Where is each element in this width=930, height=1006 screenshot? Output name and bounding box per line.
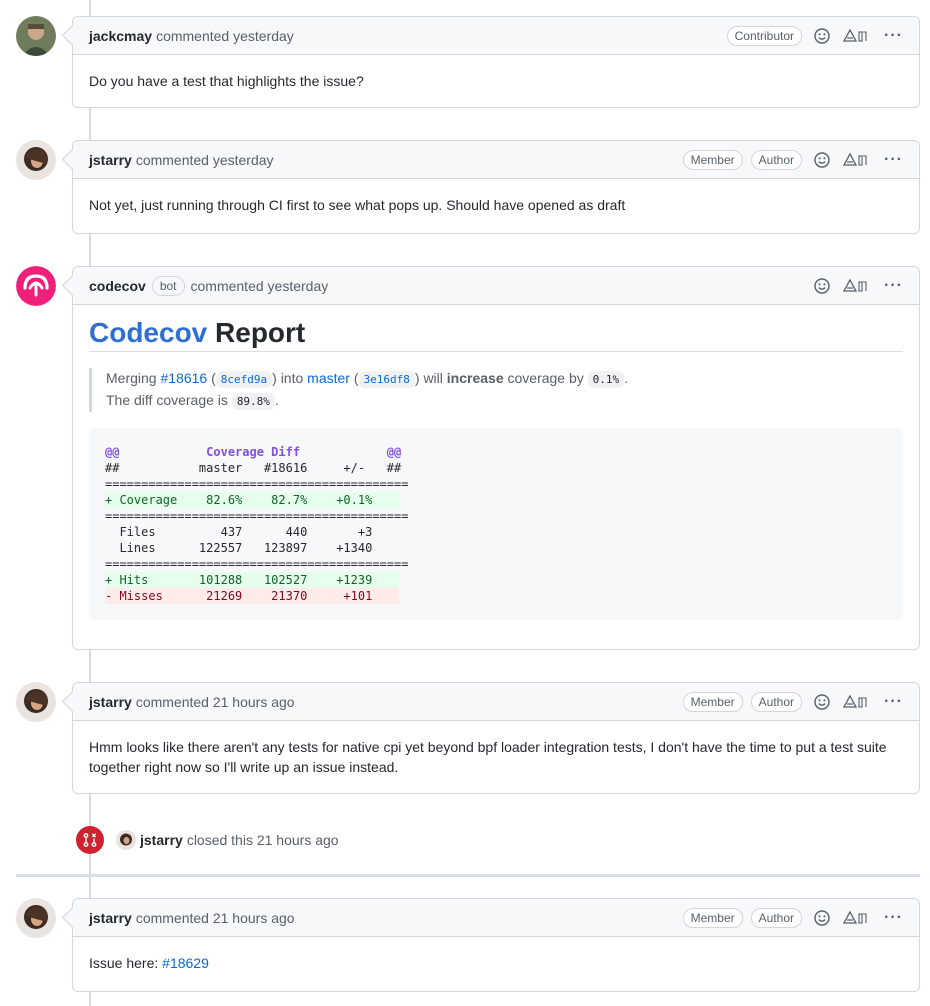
avatar-jstarry[interactable]: [16, 140, 56, 180]
diff-line: + Coverage 82.6% 82.7% +0.1%: [105, 492, 409, 508]
comment-timestamp[interactable]: commented yesterday: [191, 278, 329, 294]
kebab-horizontal-icon[interactable]: ···: [884, 909, 903, 925]
hide-icon[interactable]: [842, 152, 868, 168]
comment-header: jstarry commented yesterday Member Autho…: [73, 141, 919, 179]
comment-header: jstarry commented 21 hours ago Member Au…: [73, 899, 919, 937]
closed-event: jstarry closed this 21 hours ago: [76, 826, 339, 854]
event-actor[interactable]: jstarry: [140, 832, 183, 848]
diff-line: ========================================…: [105, 509, 409, 523]
comment-author[interactable]: jstarry: [89, 910, 132, 926]
comment-card: codecov bot commented yesterday ··· Code…: [72, 266, 920, 650]
comment-author[interactable]: jackcmay: [89, 28, 152, 44]
author-badge: Author: [750, 149, 803, 170]
event-text: closed this 21 hours ago: [186, 832, 339, 848]
coverage-delta: 0.1%: [587, 371, 625, 388]
comment-body: Codecov Report Merging #18616 (8cefd9a) …: [73, 305, 919, 636]
author-badge: Author: [750, 907, 803, 928]
git-pull-request-closed-icon: [76, 826, 104, 854]
hide-icon[interactable]: [842, 694, 868, 710]
comment-author[interactable]: jstarry: [89, 694, 132, 710]
comment-body: Issue here: #18629: [73, 937, 919, 989]
diff-line: ========================================…: [105, 477, 409, 491]
smiley-icon[interactable]: [814, 27, 830, 44]
kebab-horizontal-icon[interactable]: ···: [884, 27, 903, 43]
comment-body: Hmm looks like there aren't any tests fo…: [89, 739, 887, 775]
member-badge: Member: [682, 691, 743, 712]
comment-timestamp[interactable]: commented yesterday: [136, 152, 274, 168]
comment-card: jstarry commented 21 hours ago Member Au…: [72, 898, 920, 992]
timeline-divider: [16, 874, 920, 877]
comment-header: jackcmay commented yesterday Contributor…: [73, 17, 919, 55]
smiley-icon[interactable]: [814, 693, 830, 710]
smiley-icon[interactable]: [814, 909, 830, 926]
diff-line: - Misses 21269 21370 +101: [105, 588, 409, 604]
kebab-horizontal-icon[interactable]: ···: [884, 693, 903, 709]
merge-summary: Merging #18616 (8cefd9a) into master (3e…: [89, 368, 903, 412]
avatar-jstarry[interactable]: [16, 682, 56, 722]
member-badge: Member: [682, 907, 743, 928]
diff-line: Files 437 440 +3: [105, 525, 409, 539]
merge-text: into: [280, 370, 304, 386]
comment-body: Not yet, just running through CI first t…: [89, 197, 626, 213]
merge-text: coverage by: [507, 370, 584, 386]
hide-icon[interactable]: [842, 278, 868, 294]
pr-link[interactable]: #18616: [160, 370, 207, 386]
diff-line: ## master #18616 +/- ##: [105, 461, 402, 475]
diff-line: Lines 122557 123897 +1340: [105, 541, 409, 555]
hide-icon[interactable]: [842, 28, 868, 44]
head-sha-link[interactable]: 8cefd9a: [215, 371, 273, 388]
report-title-text: Report: [215, 317, 306, 348]
comment-author[interactable]: jstarry: [89, 152, 132, 168]
smiley-icon[interactable]: [814, 277, 830, 294]
kebab-horizontal-icon[interactable]: ···: [884, 151, 903, 167]
comment-header: codecov bot commented yesterday ···: [73, 267, 919, 305]
kebab-horizontal-icon[interactable]: ···: [884, 277, 903, 293]
member-badge: Member: [682, 149, 743, 170]
comment-card: jackcmay commented yesterday Contributor…: [72, 16, 920, 108]
hide-icon[interactable]: [842, 910, 868, 926]
base-branch-link[interactable]: master: [307, 370, 350, 386]
codecov-link[interactable]: Codecov: [89, 317, 207, 348]
merge-text: will: [423, 370, 443, 386]
avatar-jstarry[interactable]: [16, 898, 56, 938]
comment-header: jstarry commented 21 hours ago Member Au…: [73, 683, 919, 721]
contributor-badge: Contributor: [726, 25, 803, 46]
smiley-icon[interactable]: [814, 151, 830, 168]
diff-line: ========================================…: [105, 557, 409, 571]
diff-line: @@ Coverage Diff @@: [105, 445, 402, 459]
avatar-jstarry-small[interactable]: [116, 830, 136, 850]
coverage-diff-block: @@ Coverage Diff @@ ## master #18616 +/- …: [89, 428, 903, 620]
diff-coverage-value: 89.8%: [231, 393, 275, 410]
comment-timestamp[interactable]: commented 21 hours ago: [136, 910, 295, 926]
author-badge: Author: [750, 691, 803, 712]
issue-link[interactable]: #18629: [162, 955, 209, 971]
diff-coverage-text: The diff coverage is: [106, 392, 228, 408]
comment-card: jstarry commented 21 hours ago Member Au…: [72, 682, 920, 794]
comment-card: jstarry commented yesterday Member Autho…: [72, 140, 920, 234]
base-sha-link[interactable]: 3e16df8: [358, 371, 415, 388]
comment-author[interactable]: codecov: [89, 278, 146, 294]
merge-text: Merging: [106, 370, 157, 386]
avatar-codecov[interactable]: [16, 266, 56, 306]
comment-text: Issue here:: [89, 955, 159, 971]
bot-badge: bot: [151, 275, 185, 296]
diff-line: + Hits 101288 102527 +1239: [105, 572, 409, 588]
comment-body: Do you have a test that highlights the i…: [89, 73, 364, 89]
report-title: Codecov Report: [89, 319, 903, 352]
comment-timestamp[interactable]: commented 21 hours ago: [136, 694, 295, 710]
increase-text: increase: [446, 370, 504, 386]
avatar-jackcmay[interactable]: [16, 16, 56, 56]
comment-timestamp[interactable]: commented yesterday: [156, 28, 294, 44]
